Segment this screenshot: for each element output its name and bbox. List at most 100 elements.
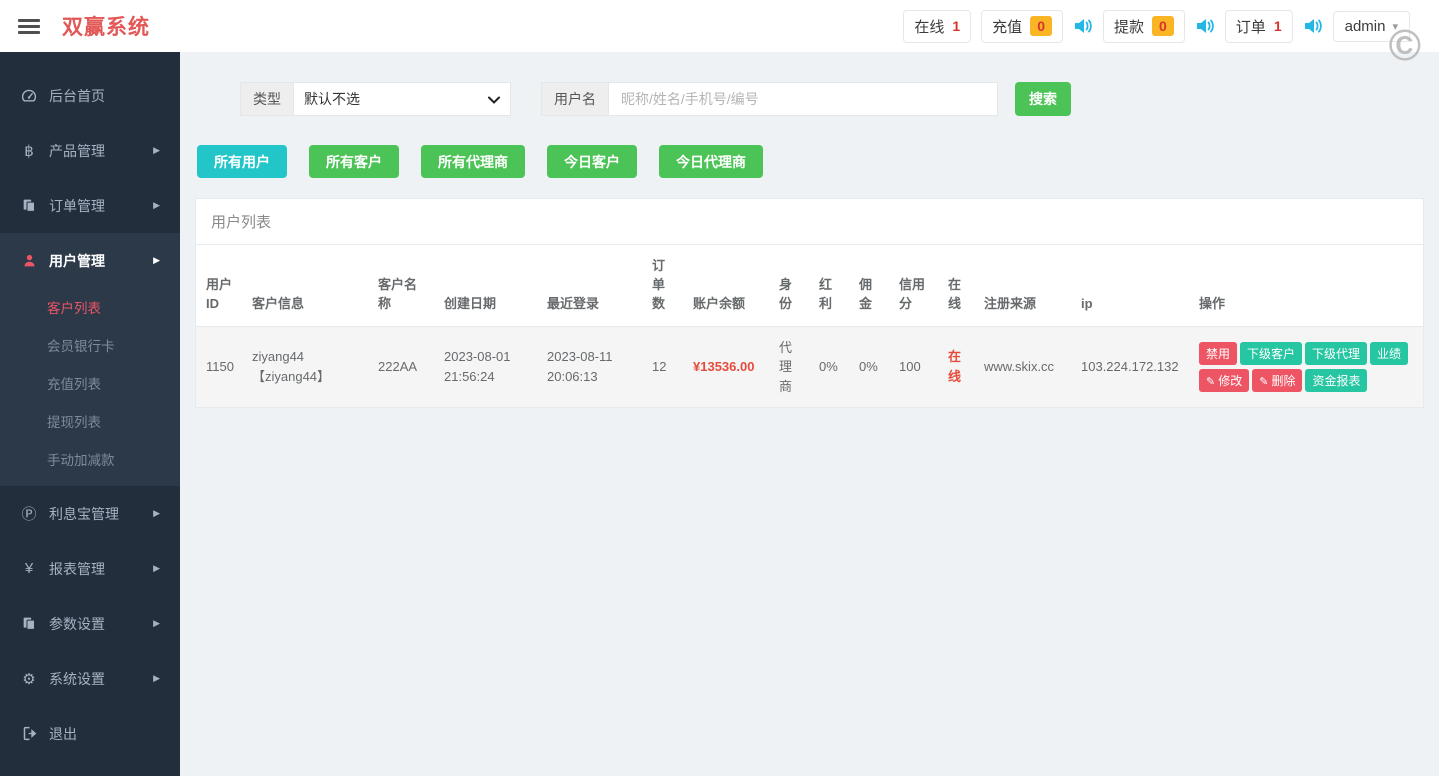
pencil-icon: ✎: [1259, 376, 1268, 388]
username-filter-group: 用户名: [541, 82, 998, 116]
sidebar-group-users: 用户管理 ▶ 客户列表 会员银行卡 充值列表 提现列表 手动加减款: [0, 233, 180, 486]
stat-recharge-label: 充值: [992, 16, 1022, 37]
header-stats: 在线 1 充值 0 提款 0 订单 1 admin ▾: [903, 10, 1424, 43]
col-actions: 操作: [1191, 245, 1423, 326]
col-commission: 佣金: [851, 245, 891, 326]
cell-commission: 0%: [851, 326, 891, 407]
delete-button[interactable]: ✎删除: [1252, 369, 1302, 392]
sidebar-item-system[interactable]: ⚙ 系统设置 ▶: [0, 651, 180, 706]
col-user-id: 用户ID: [196, 245, 244, 326]
cell-customer-info: ziyang44【ziyang44】: [244, 326, 370, 407]
sidebar: 后台首页 ฿ 产品管理 ▶ 订单管理 ▶ 用户管理 ▶ 客户列表 会员银行卡 充…: [0, 52, 180, 776]
col-customer-info: 客户信息: [244, 245, 370, 326]
sidebar-item-label: 后台首页: [49, 86, 105, 106]
recharge-speaker-icon[interactable]: [1073, 16, 1093, 36]
all-customers-button[interactable]: 所有客户: [309, 145, 399, 178]
bitcoin-icon: ฿: [18, 142, 40, 160]
caret-right-icon: ▶: [153, 618, 160, 629]
cell-reg-source: www.skix.cc: [976, 326, 1073, 407]
cell-balance: ¥13536.00: [685, 326, 771, 407]
stat-order-label: 订单: [1236, 16, 1266, 37]
sidebar-item-label: 参数设置: [49, 614, 105, 634]
type-select-value: 默认不选: [304, 89, 360, 109]
withdraw-speaker-icon[interactable]: [1195, 16, 1215, 36]
user-list-panel: 用户列表 用户ID 客户信息 客户名称 创建日期 最近登录 订单数 账户余额 身…: [195, 198, 1424, 408]
sidebar-subitem-member-bankcards[interactable]: 会员银行卡: [0, 326, 180, 364]
sidebar-item-label: 系统设置: [49, 669, 105, 689]
col-ip: ip: [1073, 245, 1191, 326]
col-online: 在线: [940, 245, 976, 326]
funds-report-button[interactable]: 资金报表: [1305, 369, 1367, 392]
sidebar-item-label: 订单管理: [49, 196, 105, 216]
sidebar-subitem-manual-adjust[interactable]: 手动加减款: [0, 440, 180, 478]
col-balance: 账户余额: [685, 245, 771, 326]
pencil-icon: ✎: [1206, 376, 1215, 388]
col-role: 身份: [771, 245, 811, 326]
user-icon: [18, 253, 40, 268]
today-customers-button[interactable]: 今日客户: [547, 145, 637, 178]
filter-row: 类型 默认不选 用户名 搜索: [240, 82, 1424, 116]
edit-button[interactable]: ✎修改: [1199, 369, 1249, 392]
type-select[interactable]: 默认不选: [293, 82, 511, 116]
sidebar-item-users[interactable]: 用户管理 ▶: [0, 233, 180, 288]
sidebar-item-dashboard[interactable]: 后台首页: [0, 68, 180, 123]
sidebar-item-parameters[interactable]: 参数设置 ▶: [0, 596, 180, 651]
cell-ip: 103.224.172.132: [1073, 326, 1191, 407]
cell-order-count: 12: [644, 326, 685, 407]
col-bonus: 红利: [811, 245, 851, 326]
cell-online-status: 在线: [940, 326, 976, 407]
col-order-count: 订单数: [644, 245, 685, 326]
sub-customers-button[interactable]: 下级客户: [1240, 342, 1302, 365]
sidebar-item-products[interactable]: ฿ 产品管理 ▶: [0, 123, 180, 178]
sidebar-subitem-customer-list[interactable]: 客户列表: [0, 288, 180, 326]
caret-right-icon: ▶: [153, 508, 160, 519]
cell-last-login: 2023-08-11 20:06:13: [539, 326, 644, 407]
quick-filter-buttons: 所有用户 所有客户 所有代理商 今日客户 今日代理商: [197, 145, 1424, 178]
sidebar-item-orders[interactable]: 订单管理 ▶: [0, 178, 180, 233]
col-reg-source: 注册来源: [976, 245, 1073, 326]
files-icon: [18, 616, 40, 631]
cell-actions: 禁用下级客户下级代理业绩 ✎修改✎删除资金报表: [1191, 326, 1423, 407]
order-speaker-icon[interactable]: [1303, 16, 1323, 36]
username-input[interactable]: [608, 82, 998, 116]
col-created-at: 创建日期: [436, 245, 539, 326]
cell-user-id: 1150: [196, 326, 244, 407]
sidebar-item-reports[interactable]: ¥ 报表管理 ▶: [0, 541, 180, 596]
table-row: 1150 ziyang44【ziyang44】 222AA 2023-08-01…: [196, 326, 1423, 407]
col-last-login: 最近登录: [539, 245, 644, 326]
search-button[interactable]: 搜索: [1015, 82, 1071, 116]
files-icon: [18, 198, 40, 213]
username-filter-label: 用户名: [541, 82, 608, 116]
stat-recharge: 充值 0: [981, 10, 1063, 43]
dashboard-icon: [18, 88, 40, 104]
type-filter-label: 类型: [240, 82, 293, 116]
stat-online: 在线 1: [903, 10, 971, 43]
sidebar-item-interest[interactable]: Ⓟ 利息宝管理 ▶: [0, 486, 180, 541]
disable-button[interactable]: 禁用: [1199, 342, 1237, 365]
stat-recharge-value: 0: [1030, 16, 1052, 36]
sidebar-item-logout[interactable]: 退出: [0, 706, 180, 761]
sidebar-subitem-recharge-list[interactable]: 充值列表: [0, 364, 180, 402]
caret-right-icon: ▶: [153, 200, 160, 211]
product-hunt-icon: Ⓟ: [18, 503, 40, 524]
sub-agents-button[interactable]: 下级代理: [1305, 342, 1367, 365]
caret-right-icon: ▶: [153, 563, 160, 574]
stat-order-value: 1: [1274, 18, 1282, 34]
top-header: 双赢系统 在线 1 充值 0 提款 0 订单 1 admin ▾: [0, 0, 1439, 52]
type-filter-group: 类型 默认不选: [240, 82, 511, 116]
sidebar-item-label: 退出: [49, 724, 77, 744]
all-agents-button[interactable]: 所有代理商: [421, 145, 525, 178]
sidebar-item-label: 利息宝管理: [49, 504, 119, 524]
all-users-button[interactable]: 所有用户: [197, 145, 287, 178]
caret-right-icon: ▶: [153, 145, 160, 156]
sign-out-icon: [18, 726, 40, 741]
panel-title: 用户列表: [196, 199, 1423, 245]
stat-online-label: 在线: [914, 16, 944, 37]
sidebar-item-label: 产品管理: [49, 141, 105, 161]
today-agents-button[interactable]: 今日代理商: [659, 145, 763, 178]
sidebar-subitem-withdraw-list[interactable]: 提现列表: [0, 402, 180, 440]
main-content: 类型 默认不选 用户名 搜索 所有用户 所有客户 所有代理商 今日客户 今日代理…: [180, 52, 1439, 776]
cell-created-at: 2023-08-01 21:56:24: [436, 326, 539, 407]
performance-button[interactable]: 业绩: [1370, 342, 1408, 365]
hamburger-menu-icon[interactable]: [18, 19, 40, 34]
